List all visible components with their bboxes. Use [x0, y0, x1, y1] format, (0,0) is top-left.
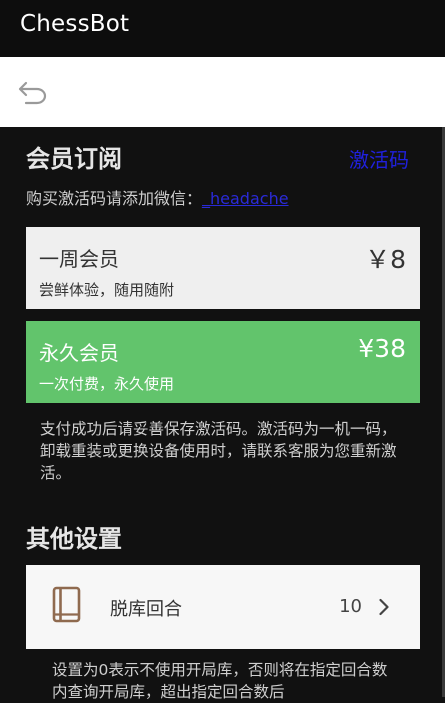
activation-code-link[interactable]: 激活码: [349, 144, 409, 173]
chevron-right-icon: [379, 598, 389, 616]
back-button[interactable]: [14, 74, 54, 110]
plan-weekly[interactable]: 一周会员 尝鲜体验，随用随附 ￥8: [26, 227, 420, 309]
payment-note: 支付成功后请妥善保存激活码。激活码为一机一码，卸载重装或更换设备使用时，请联系客…: [40, 420, 397, 482]
plan-name: 永久会员: [39, 341, 119, 365]
app-title: ChessBot: [20, 11, 130, 37]
wechat-contact-line: 购买激活码请添加微信：_headache: [26, 185, 289, 209]
membership-title: 会员订阅: [26, 145, 122, 173]
setting-value: 10: [339, 596, 362, 617]
plan-price: ￥8: [365, 245, 406, 274]
plan-price: ¥38: [358, 334, 406, 363]
plan-desc: 一次付费，永久使用: [39, 375, 175, 393]
undo-arrow-icon: [18, 81, 47, 105]
setting-label: 脱库回合: [110, 599, 182, 620]
opening-book-setting-row[interactable]: 脱库回合 10: [26, 565, 420, 649]
plan-name: 一周会员: [39, 247, 119, 271]
book-icon: [52, 586, 81, 623]
plan-lifetime[interactable]: 永久会员 一次付费，永久使用 ¥38: [26, 321, 420, 403]
plan-desc: 尝鲜体验，随用随附: [39, 281, 175, 299]
app-bar: ChessBot: [0, 0, 445, 57]
settings-title: 其他设置: [26, 525, 122, 553]
content-area: 会员订阅 激活码 购买激活码请添加微信：_headache 一周会员 尝鲜体验，…: [0, 127, 445, 701]
toolbar: [0, 57, 445, 127]
wechat-id-link[interactable]: _headache: [202, 189, 289, 208]
wechat-prefix: 购买激活码请添加微信：: [26, 189, 203, 208]
opening-book-note: 设置为0表示不使用开局库，否则将在指定回合数内查询开局库，超出指定回合数后: [52, 661, 388, 701]
